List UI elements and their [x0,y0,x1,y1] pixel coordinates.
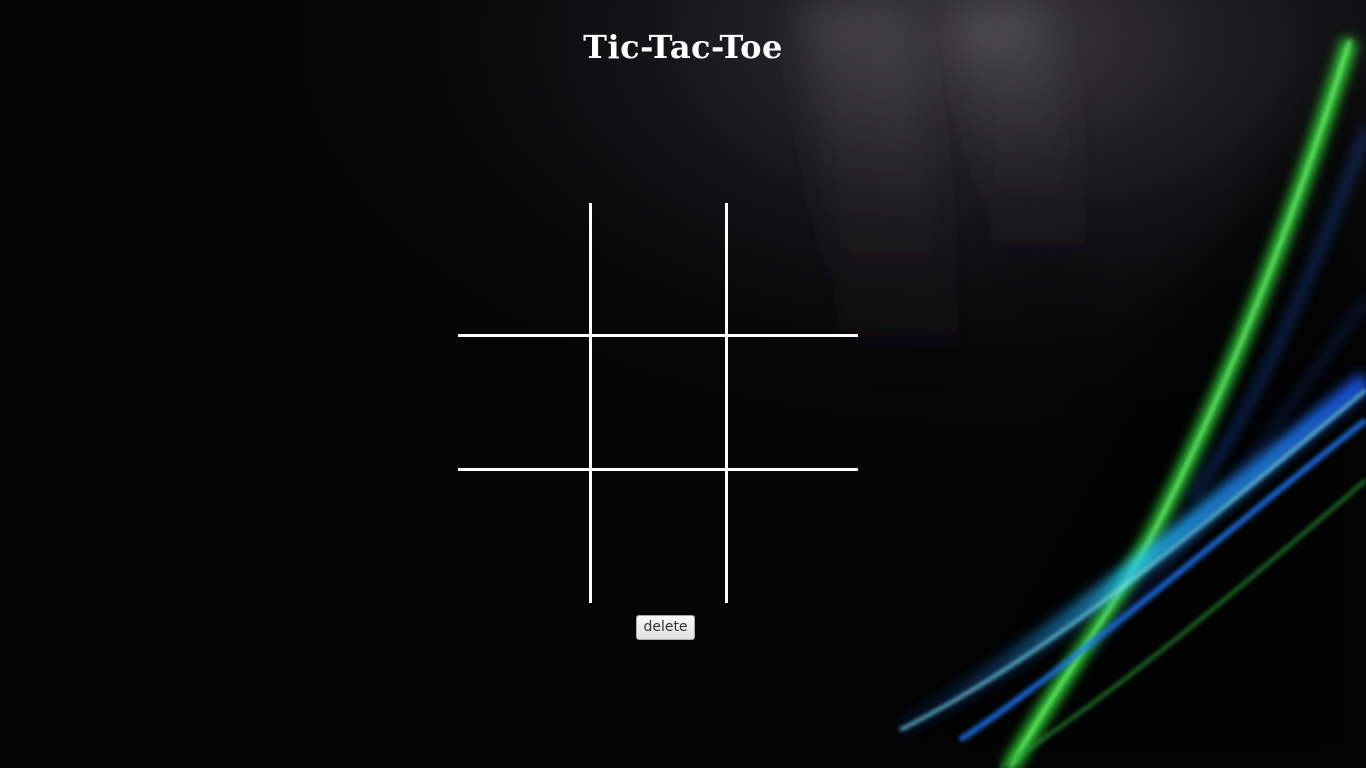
game-board [458,203,858,603]
grid-line-vertical-right [725,203,728,603]
board-cell-5[interactable] [590,335,726,470]
board-cell-7[interactable] [458,470,590,603]
game-page: Tic-Tac-Toe delete [0,0,1366,768]
board-cell-9[interactable] [726,470,858,603]
grid-line-vertical-left [589,203,592,603]
board-cell-2[interactable] [590,203,726,335]
board-cell-1[interactable] [458,203,590,335]
delete-button[interactable]: delete [636,615,695,640]
grid-line-horizontal-bottom [458,468,858,471]
grid-line-horizontal-top [458,334,858,337]
board-cell-3[interactable] [726,203,858,335]
board-cell-6[interactable] [726,335,858,470]
page-title: Tic-Tac-Toe [583,28,783,66]
board-cell-8[interactable] [590,470,726,603]
board-cell-4[interactable] [458,335,590,470]
